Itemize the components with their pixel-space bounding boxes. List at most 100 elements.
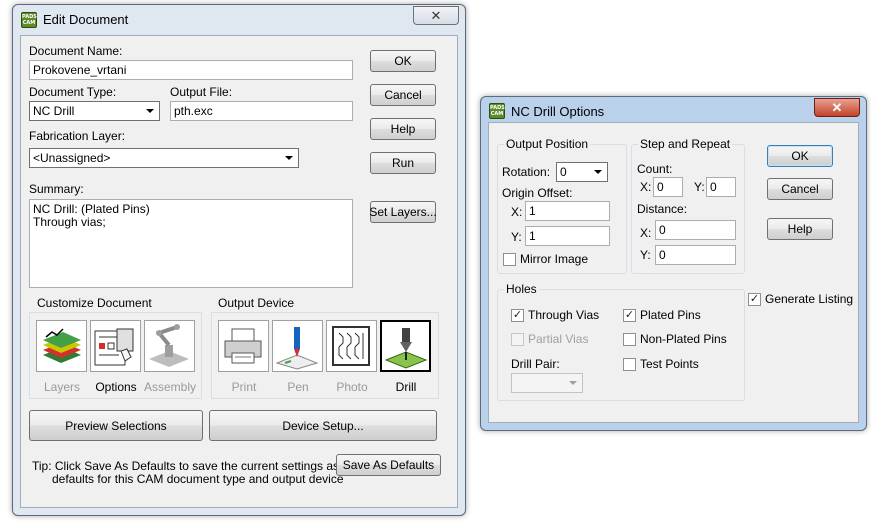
drill-tile[interactable] (380, 320, 431, 372)
options-label: Options (95, 380, 137, 394)
edit-document-window: PADS CAM Edit Document ✕ Document Name: … (12, 4, 466, 516)
generate-listing-checkmark-icon: ✓ (748, 292, 761, 306)
photo-tile[interactable] (326, 320, 377, 372)
layers-tile[interactable] (36, 320, 87, 372)
through-vias-checkmark-icon: ✓ (511, 308, 524, 322)
printer-icon (224, 328, 262, 364)
fabrication-layer-label: Fabrication Layer: (29, 129, 126, 143)
step-and-repeat-title: Step and Repeat (638, 137, 733, 151)
output-device-title: Output Device (218, 296, 295, 310)
pads-cam-app-icon: PADS CAM (21, 12, 37, 28)
photo-label: Photo (336, 380, 368, 394)
drill-label: Drill (395, 380, 417, 394)
edit-document-close-button[interactable]: ✕ (413, 6, 459, 25)
drill-pair-label: Drill Pair: (511, 357, 560, 371)
cancel-button[interactable]: Cancel (370, 84, 436, 106)
cancel-button[interactable]: Cancel (767, 178, 833, 200)
document-name-label: Document Name: (29, 44, 123, 58)
distance-label: Distance: (637, 202, 688, 216)
assembly-tile[interactable] (144, 320, 195, 372)
distance-x-label: X: (640, 226, 652, 240)
document-type-label: Document Type: (29, 85, 117, 99)
summary-textarea[interactable]: NC Drill: (Plated Pins) Through vias; (29, 199, 353, 288)
output-file-label: Output File: (170, 85, 233, 99)
plated-pins-checkmark-icon: ✓ (623, 308, 636, 322)
document-name-input[interactable]: Prokovene_vrtani (29, 60, 353, 80)
non-plated-pins-box (623, 332, 636, 346)
close-icon: ✕ (430, 7, 442, 23)
print-label: Print (231, 380, 257, 394)
origin-x-label: X: (511, 205, 523, 219)
origin-y-label: Y: (511, 230, 522, 244)
tip-line-1: Tip: Click Save As Defaults to save the … (32, 459, 360, 473)
pen-tile[interactable] (272, 320, 323, 372)
summary-label: Summary: (29, 182, 84, 196)
set-layers-button[interactable]: Set Layers... (369, 201, 437, 223)
ok-button[interactable]: OK (767, 145, 833, 167)
nc-drill-options-client: Output Position Rotation: 0 Origin Offse… (488, 122, 859, 423)
options-icon (94, 328, 134, 366)
photo-plotter-icon (332, 326, 370, 366)
layers-label: Layers (43, 380, 81, 394)
rotation-select[interactable]: 0 (556, 162, 608, 182)
distance-x-input[interactable]: 0 (655, 220, 736, 240)
plated-pins-checkbox[interactable]: ✓ Plated Pins (623, 308, 701, 322)
mirror-image-checkbox[interactable]: Mirror Image (503, 252, 588, 266)
assembly-label: Assembly (143, 380, 196, 394)
ok-button[interactable]: OK (370, 50, 436, 72)
pen-plotter-icon (275, 327, 319, 370)
non-plated-pins-label: Non-Plated Pins (640, 332, 727, 346)
nc-drill-options-close-button[interactable]: ✕ (814, 98, 860, 117)
edit-document-client: Document Name: Prokovene_vrtani Document… (20, 35, 458, 508)
nc-drill-options-titlebar[interactable]: PADS CAM NC Drill Options ✕ (481, 97, 866, 122)
distance-y-input[interactable]: 0 (655, 245, 736, 265)
origin-offset-label: Origin Offset: (502, 186, 573, 200)
origin-y-input[interactable]: 1 (525, 226, 610, 246)
plated-pins-label: Plated Pins (640, 308, 701, 322)
test-points-box (623, 357, 636, 371)
assembly-icon (149, 324, 189, 367)
partial-vias-box (511, 332, 524, 346)
edit-document-title: Edit Document (43, 12, 129, 27)
through-vias-checkbox[interactable]: ✓ Through Vias (511, 308, 599, 322)
output-file-input[interactable]: pth.exc (170, 101, 353, 121)
partial-vias-checkbox[interactable]: Partial Vias (511, 332, 588, 346)
preview-selections-button[interactable]: Preview Selections (29, 410, 203, 441)
document-type-select[interactable]: NC Drill (29, 101, 160, 121)
edit-document-titlebar[interactable]: PADS CAM Edit Document ✕ (13, 5, 465, 35)
generate-listing-checkbox[interactable]: ✓ Generate Listing (748, 292, 853, 306)
test-points-checkbox[interactable]: Test Points (623, 357, 699, 371)
options-tile[interactable] (90, 320, 141, 372)
save-as-defaults-button[interactable]: Save As Defaults (336, 454, 441, 476)
customize-document-title: Customize Document (37, 296, 152, 310)
count-label: Count: (637, 162, 673, 176)
pads-cam-app-icon: PADS CAM (489, 103, 505, 119)
count-x-input[interactable]: 0 (653, 177, 683, 197)
close-icon: ✕ (831, 99, 843, 115)
count-x-label: X: (640, 180, 652, 194)
mirror-image-label: Mirror Image (520, 252, 589, 266)
summary-line-2: Through vias; (33, 215, 106, 229)
run-button[interactable]: Run (370, 152, 436, 174)
drill-pair-select[interactable] (511, 373, 583, 393)
nc-drill-options-title: NC Drill Options (511, 104, 605, 119)
non-plated-pins-checkbox[interactable]: Non-Plated Pins (623, 332, 727, 346)
print-tile[interactable] (218, 320, 269, 372)
rotation-label: Rotation: (502, 165, 551, 179)
help-button[interactable]: Help (767, 218, 833, 240)
through-vias-label: Through Vias (528, 308, 600, 322)
count-y-label: Y: (694, 180, 705, 194)
fabrication-layer-select[interactable]: <Unassigned> (29, 148, 299, 168)
device-setup-button[interactable]: Device Setup... (209, 410, 437, 441)
tip-line-2: defaults for this CAM document type and … (52, 472, 344, 486)
count-y-input[interactable]: 0 (706, 177, 736, 197)
partial-vias-label: Partial Vias (528, 332, 589, 346)
nc-drill-options-window: PADS CAM NC Drill Options ✕ Output Posit… (480, 96, 867, 431)
generate-listing-label: Generate Listing (765, 292, 854, 306)
layers-icon (43, 328, 81, 363)
origin-x-input[interactable]: 1 (525, 201, 610, 221)
test-points-label: Test Points (640, 357, 699, 371)
distance-y-label: Y: (640, 248, 651, 262)
mirror-image-box (503, 252, 516, 266)
help-button[interactable]: Help (370, 118, 436, 140)
